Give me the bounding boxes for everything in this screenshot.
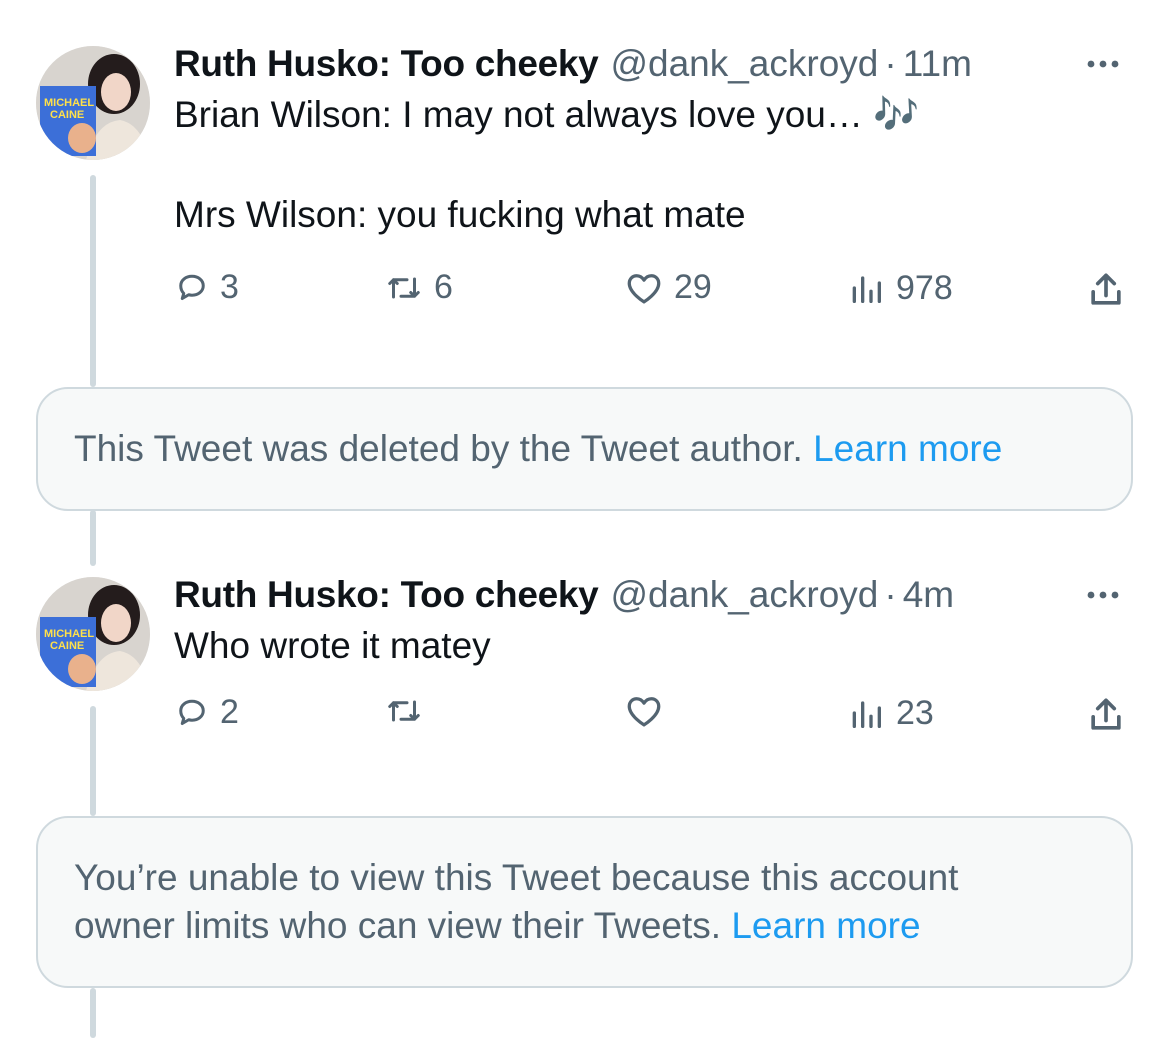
user-handle[interactable]: @dank_ackroyd (610, 42, 878, 86)
svg-text:MICHAEL: MICHAEL (44, 97, 94, 109)
view-count: 23 (896, 693, 934, 732)
retweet-button[interactable] (384, 693, 424, 729)
tweet-header: Ruth Husko: Too cheeky @dank_ackroyd · 4… (174, 573, 1133, 617)
thread-line (90, 988, 96, 1038)
user-handle[interactable]: @dank_ackroyd (610, 573, 878, 617)
reply-button[interactable]: 3 (174, 268, 239, 307)
views-button[interactable]: 23 (846, 693, 934, 733)
retweet-icon (388, 700, 420, 722)
tweet-text: Who wrote it matey (174, 621, 1133, 671)
action-bar: 2 23 (174, 693, 1133, 753)
view-count: 978 (896, 268, 953, 307)
tweet-header: Ruth Husko: Too cheeky @dank_ackroyd · 1… (174, 42, 1133, 86)
tweet[interactable]: Ruth Husko: Too cheeky @dank_ackroyd · 1… (174, 42, 1133, 328)
thread-line (90, 510, 96, 566)
retweet-button[interactable]: 6 (384, 268, 453, 307)
tweet-text-line: Who wrote it matey (174, 625, 491, 666)
like-button[interactable] (624, 693, 664, 729)
avatar[interactable]: MICHAEL CAINE (36, 46, 150, 160)
tweet-text-line: Mrs Wilson: you fucking what mate (174, 194, 746, 235)
thread-line (90, 706, 96, 816)
like-count: 29 (674, 268, 712, 306)
views-icon (852, 276, 881, 303)
reply-count: 2 (220, 693, 239, 731)
thread-line (90, 175, 96, 387)
share-button[interactable] (1084, 693, 1128, 737)
restricted-tweet-notice: You’re unable to view this Tweet because… (36, 816, 1133, 988)
timestamp[interactable]: 4m (903, 573, 954, 617)
learn-more-link[interactable]: Learn more (813, 428, 1002, 469)
tweet-text: Brian Wilson: I may not always love you…… (174, 90, 1133, 240)
deleted-tweet-notice: This Tweet was deleted by the Tweet auth… (36, 387, 1133, 511)
share-icon (1091, 698, 1121, 730)
display-name[interactable]: Ruth Husko: Too cheeky (174, 42, 599, 86)
separator: · (884, 574, 897, 615)
like-icon (627, 273, 661, 304)
like-button[interactable]: 29 (624, 268, 712, 307)
tweet-text-line: Brian Wilson: I may not always love you…… (174, 94, 920, 135)
views-icon (852, 701, 881, 728)
reply-button[interactable]: 2 (174, 693, 239, 732)
svg-text:MICHAEL: MICHAEL (44, 628, 94, 640)
action-bar: 3 6 29 978 (174, 268, 1133, 328)
like-icon (627, 697, 661, 727)
share-button[interactable] (1084, 268, 1128, 312)
timestamp[interactable]: 11m (903, 42, 972, 86)
display-name[interactable]: Ruth Husko: Too cheeky (174, 573, 599, 617)
reply-icon (179, 699, 205, 725)
more-icon[interactable] (1081, 42, 1125, 91)
retweet-icon (388, 277, 420, 298)
svg-text:CAINE: CAINE (50, 109, 84, 121)
more-icon[interactable] (1081, 573, 1125, 622)
share-icon (1091, 273, 1121, 305)
avatar[interactable]: MICHAEL CAINE (36, 577, 150, 691)
tweet[interactable]: Ruth Husko: Too cheeky @dank_ackroyd · 4… (174, 573, 1133, 753)
reply-icon (179, 274, 205, 300)
learn-more-link[interactable]: Learn more (731, 905, 920, 946)
separator: · (884, 43, 897, 84)
reply-count: 3 (220, 268, 239, 306)
notice-text: This Tweet was deleted by the Tweet auth… (74, 428, 803, 469)
svg-text:CAINE: CAINE (50, 640, 84, 652)
retweet-count: 6 (434, 268, 453, 306)
views-button[interactable]: 978 (846, 268, 953, 308)
